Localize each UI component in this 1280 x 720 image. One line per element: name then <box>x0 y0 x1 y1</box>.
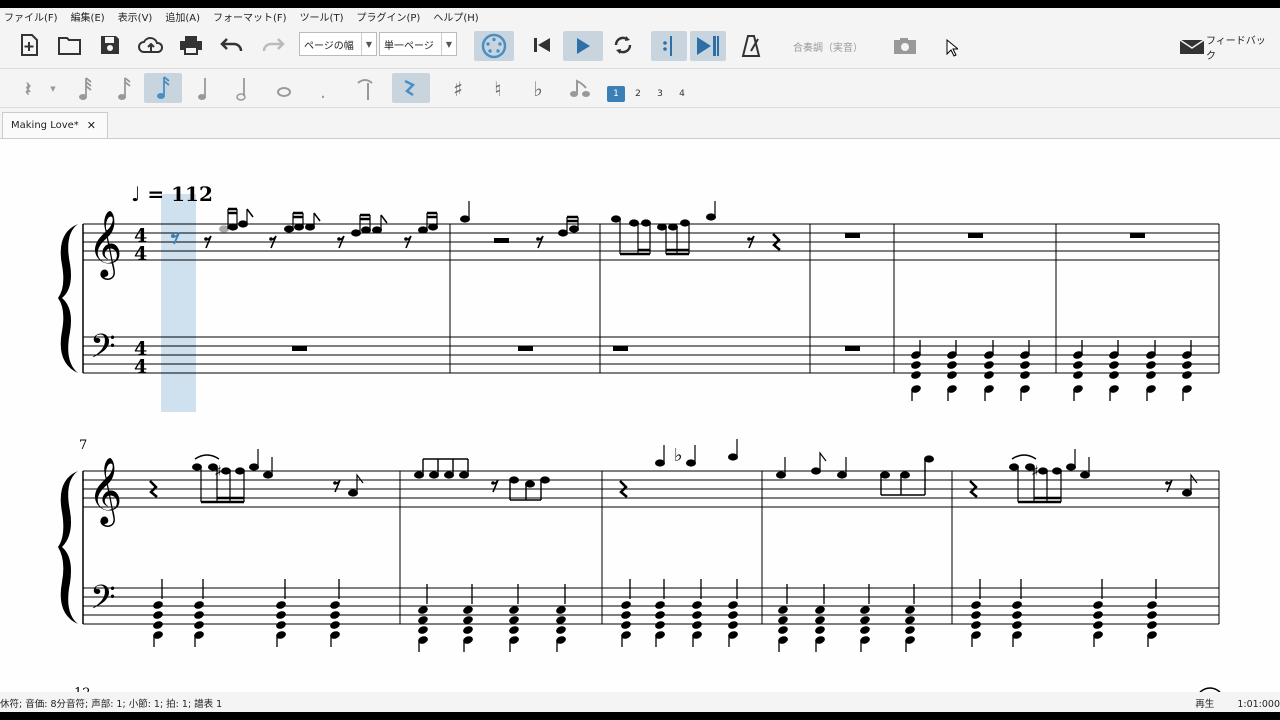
view-mode-value: 単一ページ <box>384 40 434 52</box>
score-tab[interactable]: Making Love* ✕ <box>2 112 108 138</box>
treble-clef: 𝄞 <box>88 456 122 527</box>
note-quarter-icon[interactable] <box>190 75 216 103</box>
menu-add[interactable]: 追加(A) <box>165 9 200 24</box>
whole-rest <box>845 233 860 238</box>
midi-input-button[interactable] <box>474 31 514 61</box>
score-page: ♩ = 112 𝄞 𝄢 4 4 4 4 7 𝄞 𝄢 ♯ ♭ ♯ <box>58 182 1221 692</box>
tempo-mark: ♩ = 112 <box>131 182 213 206</box>
pan-score-button[interactable] <box>690 31 726 61</box>
chevron-down-icon: ▼ <box>441 33 456 55</box>
status-position: 1:01:000 <box>1237 699 1280 710</box>
whole-rest <box>613 346 628 351</box>
open-folder-icon[interactable] <box>58 34 82 56</box>
chevron-down-icon: ▼ <box>361 33 376 55</box>
natural-icon[interactable]: ♮ <box>486 75 510 103</box>
whole-rest <box>1130 233 1145 238</box>
redo-icon[interactable] <box>260 34 286 56</box>
treble-clef: 𝄞 <box>88 209 122 280</box>
status-mode: 再生 <box>1195 699 1215 710</box>
grand-staff-brace <box>58 471 78 624</box>
menu-tools[interactable]: ツール(T) <box>300 9 344 24</box>
chevron-down-icon[interactable]: ▼ <box>48 83 58 95</box>
augmentation-dot-icon[interactable]: . <box>313 82 333 103</box>
undo-icon[interactable] <box>219 34 245 56</box>
status-right: 再生 1:01:000 <box>1175 696 1280 710</box>
whole-rest <box>292 346 307 351</box>
system-2: 7 𝄞 𝄢 ♯ ♭ ♯ <box>58 438 1220 653</box>
whole-rest <box>968 233 983 238</box>
voice-4-button[interactable]: 4 <box>673 86 691 102</box>
score-tab-bar: Making Love* ✕ <box>0 108 1280 139</box>
whole-rest <box>518 346 533 351</box>
menu-bar: ファイル(F) 編集(E) 表示(V) 追加(A) フォーマット(F) ツール(… <box>0 8 1280 24</box>
close-icon[interactable]: ✕ <box>87 119 96 132</box>
play-repeats-button[interactable] <box>651 31 687 61</box>
menu-help[interactable]: ヘルプ(H) <box>433 9 478 24</box>
grand-staff-brace <box>58 224 78 373</box>
measure-3 <box>611 201 781 256</box>
menu-file[interactable]: ファイル(F) <box>4 9 58 24</box>
rewind-icon[interactable] <box>530 34 554 56</box>
metronome-icon[interactable] <box>739 34 763 58</box>
print-icon[interactable] <box>179 34 203 56</box>
envelope-icon <box>1178 38 1206 56</box>
status-bar: 休符; 音価: 8分音符; 声部: 1; 小節: 1; 拍: 1; 譜表 1 再… <box>0 694 1280 712</box>
flip-direction-icon[interactable] <box>566 75 594 103</box>
camera-icon[interactable] <box>892 36 918 56</box>
selection-highlight <box>161 194 196 412</box>
tie-icon[interactable] <box>353 75 377 103</box>
status-selection-info: 休符; 音価: 8分音符; 声部: 1; 小節: 1; 拍: 1; 譜表 1 <box>0 699 223 710</box>
score-tab-title: Making Love* <box>11 120 79 131</box>
system-1: 𝄞 𝄢 4 4 4 4 <box>58 201 1220 402</box>
mouse-cursor-icon <box>944 38 960 58</box>
flat-icon[interactable]: ♭ <box>526 75 550 103</box>
note-32nd-icon[interactable] <box>111 75 137 103</box>
save-icon[interactable] <box>99 34 121 56</box>
concert-pitch-button[interactable]: 合奏調（実音） <box>790 36 866 56</box>
note-whole-icon[interactable] <box>271 83 297 101</box>
menu-plugins[interactable]: プラグイン(P) <box>356 9 420 24</box>
zoom-value: ページの幅 <box>304 40 354 52</box>
rest-icon[interactable] <box>392 73 430 103</box>
bass-chords-m5-m6 <box>909 339 1194 402</box>
menu-format[interactable]: フォーマット(F) <box>213 9 287 24</box>
play-button[interactable] <box>563 31 603 61</box>
feedback-button[interactable]: フィードバック <box>1206 36 1270 62</box>
svg-text:♯: ♯ <box>214 462 222 481</box>
measure-number: 12 <box>74 686 91 692</box>
menu-edit[interactable]: 編集(E) <box>71 9 105 24</box>
voice-2-button[interactable]: 2 <box>629 86 647 102</box>
note-input-toolbar: 𝄽 ▼ . ♯ ♮ ♭ 1 2 3 4 <box>0 69 1280 108</box>
slur <box>1199 687 1221 692</box>
note-64th-icon[interactable] <box>72 75 98 103</box>
musescore-window: ファイル(F) 編集(E) 表示(V) 追加(A) フォーマット(F) ツール(… <box>0 8 1280 712</box>
svg-text:♯: ♯ <box>1031 462 1039 481</box>
zoom-select[interactable]: ページの幅 ▼ <box>299 32 377 56</box>
score-canvas[interactable]: ♩ = 112 𝄞 𝄢 4 4 4 4 7 𝄞 𝄢 ♯ ♭ ♯ <box>0 139 1280 692</box>
time-sig-denominator: 4 <box>134 356 147 378</box>
voice-3-button[interactable]: 3 <box>651 86 669 102</box>
note-16th-icon[interactable] <box>144 73 182 103</box>
new-file-icon[interactable] <box>18 34 40 56</box>
bass-clef: 𝄢 <box>90 579 116 625</box>
time-sig-denominator: 4 <box>134 243 147 265</box>
file-toolbar: ページの幅 ▼ 単一ページ ▼ 合奏調（実音） フィードバック <box>0 24 1280 69</box>
measure-number: 7 <box>79 438 87 453</box>
svg-text:♭: ♭ <box>674 445 683 466</box>
bass-clef: 𝄢 <box>90 328 116 374</box>
note-half-icon[interactable] <box>229 75 255 103</box>
cloud-upload-icon[interactable] <box>138 34 164 56</box>
whole-rest <box>845 346 860 351</box>
voice-1-button[interactable]: 1 <box>607 86 625 102</box>
view-mode-select[interactable]: 単一ページ ▼ <box>379 32 457 56</box>
menu-view[interactable]: 表示(V) <box>118 9 153 24</box>
sharp-icon[interactable]: ♯ <box>446 75 470 103</box>
loop-icon[interactable] <box>610 34 636 56</box>
note-input-mode-icon[interactable]: 𝄽 <box>16 77 40 101</box>
